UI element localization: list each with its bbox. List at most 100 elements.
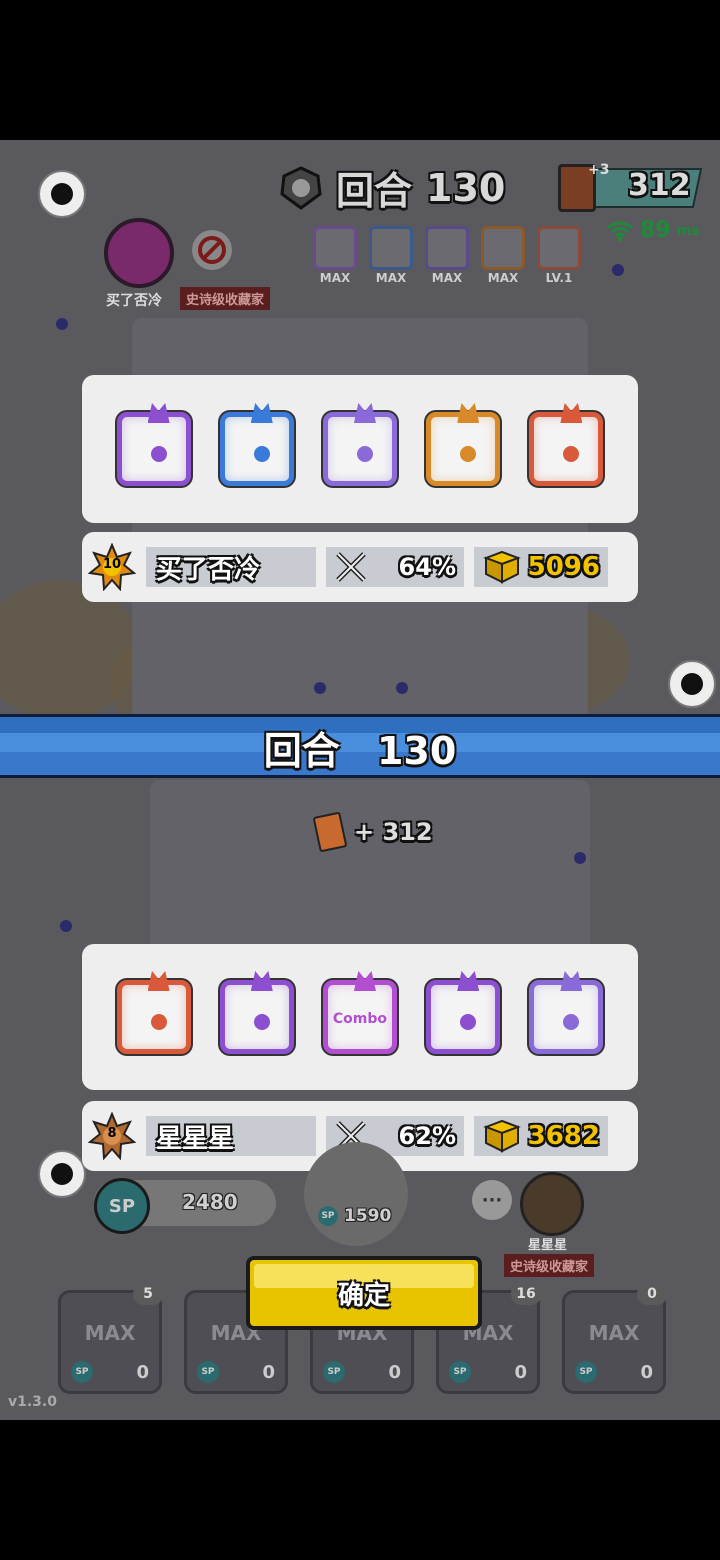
crit-value: 64% [398,553,456,581]
path-dot [60,920,72,932]
trophy-icon [483,550,521,584]
player-name-small: 星星星 [528,1238,568,1253]
opponent-stats-panel: 10 买了否冷 64% 5096 [82,532,638,602]
rank-number: 10 [102,557,122,572]
deck-max-label: MAX [588,1321,640,1345]
opponent-deck-mini: MAX MAX MAX MAX LV.1 [313,226,581,285]
die-rainbow-infinity[interactable] [529,403,604,486]
path-dot [56,318,68,330]
confirm-label: 确定 [337,1280,390,1311]
die-purple-orb[interactable] [426,971,501,1054]
card-bonus: +3 [588,162,610,178]
deck-die[interactable]: MAX 5 SP 0 [58,1283,163,1394]
card-counter: +3 312 [556,162,703,212]
crit-value: 62% [398,1122,456,1150]
sp-mini-icon: SP [575,1361,597,1383]
round-indicator: 回合 130 [280,160,505,215]
opponent-title: 史诗级收藏家 [180,287,271,310]
die-pip [460,446,477,462]
sp-mini-icon: SP [318,1206,338,1226]
opponent-dice-panel [82,375,638,523]
dragon-horn-icon [353,403,376,423]
card-gain-text: + 312 [354,818,433,846]
ping-indicator: 89 ms [606,218,700,243]
deck-cost: 0 [388,1362,401,1383]
sp-icon: SP [94,1178,150,1234]
die-pip [563,1014,580,1030]
name-box: 买了否冷 [146,547,316,587]
opponent-name-small: 买了否冷 [106,293,162,309]
roll-button[interactable] [304,1142,408,1246]
trophy-value: 5096 [527,552,600,582]
dragon-horn-icon [560,971,583,991]
deck-level: 0 [637,1283,667,1305]
deck-level: 16 [511,1283,541,1305]
block-icon[interactable] [192,230,232,270]
deck-cost: 0 [514,1362,527,1383]
deck-level: 5 [133,1283,163,1305]
die-pip [150,1014,167,1030]
rank-badge: 8 [87,1111,137,1161]
die-rainbow-infinity[interactable] [116,971,191,1054]
deck-cost: 0 [262,1362,275,1383]
die-orange-sun[interactable] [426,403,501,486]
deck-cost: 0 [136,1362,149,1383]
mini-die: MAX [481,226,525,285]
opponent-avatar[interactable] [104,218,174,288]
die-blue-snow[interactable] [219,403,294,486]
path-node [668,660,716,708]
player-avatar[interactable] [520,1172,584,1236]
die-pip [253,446,270,462]
bottom-bar [0,1420,720,1560]
die-pip [150,446,167,462]
path-node [38,170,86,218]
die-combo[interactable]: Combo [322,971,397,1054]
player-dice-panel: Combo [82,944,638,1090]
player-name: 星星星 [156,1123,235,1154]
card-gain: + 312 [312,811,433,853]
lion-icon [280,165,322,210]
crit-box: 64% [326,547,464,587]
mini-die: MAX [369,226,413,285]
name-box: 星星星 [146,1116,316,1156]
sp-mini-icon: SP [323,1361,345,1383]
deck-die[interactable]: MAX 0 SP 0 [562,1283,667,1394]
die-lavender-crack[interactable] [529,971,604,1054]
dragon-horn-icon [250,403,273,423]
die-pip [460,1014,477,1030]
dragon-horn-icon [147,971,170,991]
round-number: 130 [426,165,506,210]
dragon-horn-icon [457,971,480,991]
crossed-swords-icon [336,552,366,582]
trophy-icon [483,1119,521,1153]
die-purple-orb[interactable] [219,971,294,1054]
dragon-horn-icon [457,403,480,423]
round-banner-text: 回合 130 [0,720,720,775]
die-pip [253,1014,270,1030]
sp-value: 2480 [182,1190,238,1214]
emote-button[interactable]: ··· [472,1180,512,1220]
die-label: Combo [332,1011,388,1027]
path-node [38,1150,86,1198]
rank-badge: 10 [87,542,137,592]
banner-round-label: 回合 [263,729,340,773]
trophy-value: 3682 [527,1121,600,1151]
ping-value: 89 [640,218,671,243]
die-lavender-crack[interactable] [322,403,397,486]
die-pip [356,446,373,462]
path-dot [574,852,586,864]
die-pip [563,446,580,462]
roll-cost: SP 1590 [318,1206,391,1226]
rank-number: 8 [107,1126,117,1141]
die-purple-orb[interactable] [116,403,191,486]
wifi-icon [607,221,633,241]
mini-die: MAX [313,226,357,285]
mini-die: LV.1 [537,226,581,285]
dragon-horn-icon [147,403,170,423]
confirm-button[interactable]: 确定 [246,1256,482,1330]
ping-unit: ms [676,222,700,239]
banner-round-number: 130 [376,729,457,773]
opponent-name: 买了否冷 [156,554,261,585]
deck-cost: 0 [640,1362,653,1383]
mini-die: MAX [425,226,469,285]
